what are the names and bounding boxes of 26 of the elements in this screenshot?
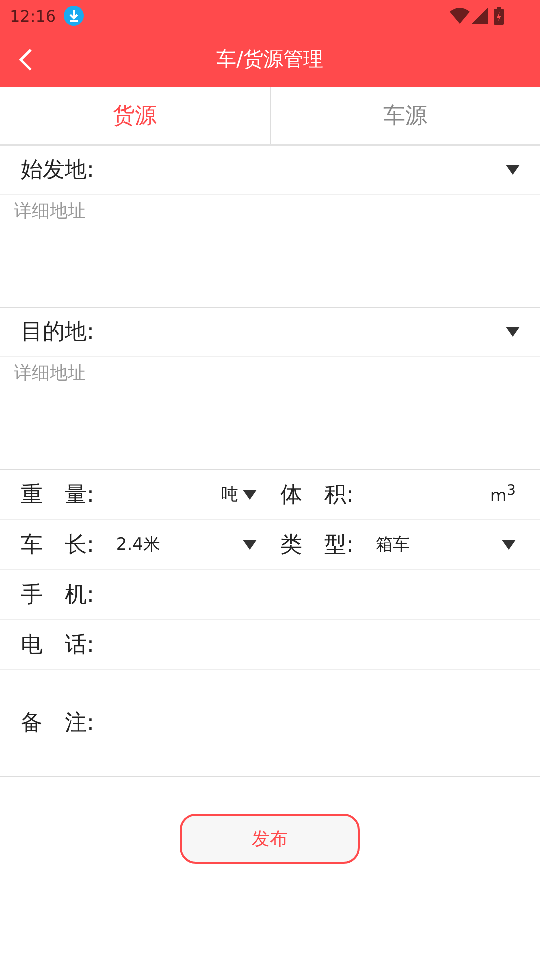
field-label: 始发地: bbox=[21, 157, 94, 185]
battery-icon bbox=[494, 7, 504, 25]
field-value[interactable]: 箱车 bbox=[376, 533, 410, 556]
status-time: 12:16 bbox=[10, 6, 56, 26]
dropdown-icon[interactable] bbox=[242, 490, 256, 500]
signal-icon bbox=[472, 8, 488, 24]
download-icon bbox=[64, 6, 84, 26]
dropdown-icon[interactable] bbox=[502, 540, 516, 550]
field-label: 车 长: bbox=[21, 532, 94, 560]
page-title: 车/货源管理 bbox=[216, 46, 324, 73]
dropdown-icon[interactable] bbox=[506, 327, 520, 337]
field-label: 类 型: bbox=[280, 532, 354, 560]
dropdown-icon[interactable] bbox=[506, 165, 520, 175]
dropdown-icon[interactable] bbox=[242, 540, 256, 550]
wifi-icon bbox=[450, 8, 470, 24]
field-label: 备 注: bbox=[21, 710, 94, 738]
field-label: 体 积: bbox=[280, 482, 354, 510]
publish-button[interactable]: 发布 bbox=[180, 814, 360, 864]
field-label: 重 量: bbox=[21, 482, 94, 510]
back-icon[interactable] bbox=[18, 49, 34, 71]
field-label: 手 机: bbox=[21, 582, 94, 610]
field-value[interactable]: 2.4米 bbox=[116, 533, 160, 556]
field-label: 目的地: bbox=[21, 319, 94, 347]
field-label: 电 话: bbox=[21, 632, 94, 660]
unit-label: m$^{3}$ bbox=[490, 482, 516, 506]
unit-label: 吨 bbox=[222, 484, 238, 506]
